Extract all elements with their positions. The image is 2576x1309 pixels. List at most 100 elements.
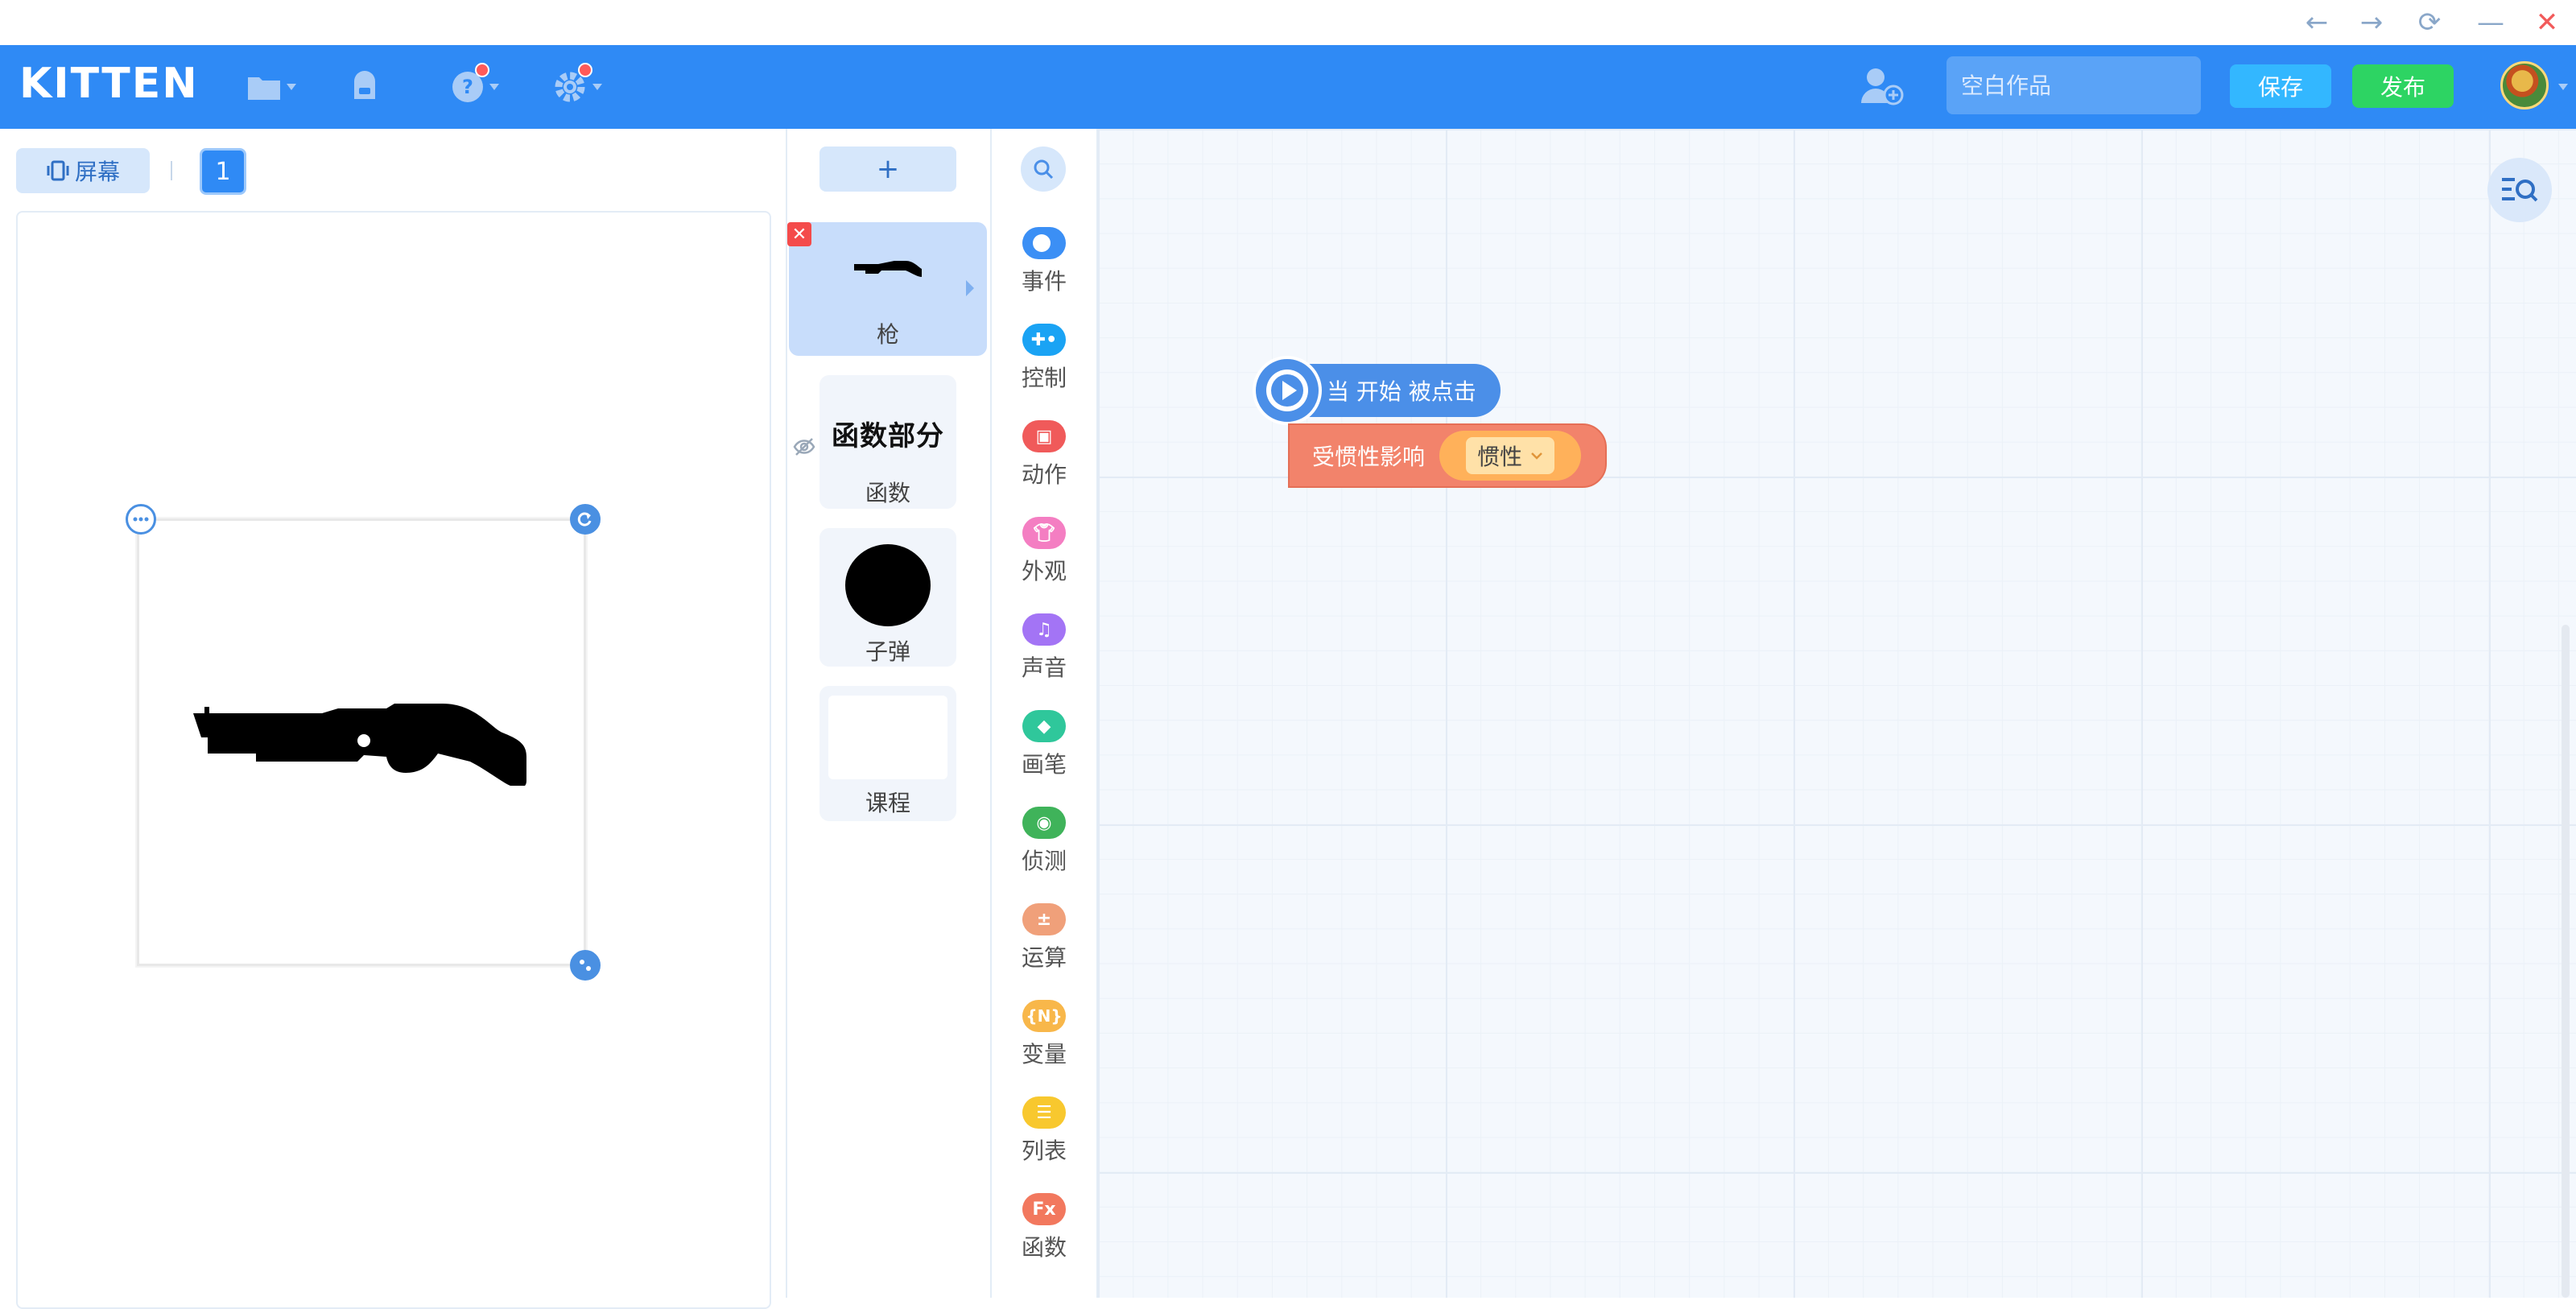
sprite-name: 课程 [865,790,910,816]
chevron-down-icon [1531,452,1542,460]
category-label: 变量 [1021,1041,1067,1067]
list-search-icon [2502,178,2538,202]
play-icon [1266,370,1308,411]
help-menu[interactable]: ? [451,63,499,111]
category-sensing[interactable]: ◉ 侦测 [992,805,1096,894]
more-options-handle[interactable] [126,504,156,535]
save-button[interactable]: 保存 [2230,64,2331,108]
chevron-down-icon[interactable] [2558,84,2568,90]
backpack-button[interactable] [348,63,382,111]
chevron-down-icon [489,84,499,90]
more-icon [133,517,149,522]
when-start-clicked-block[interactable]: 当 开始 被点击 [1253,356,1501,425]
category-events[interactable]: 事件 [992,225,1096,314]
category-label: 控制 [1021,365,1067,391]
screen-toggle-button[interactable]: 屏幕 [16,148,150,193]
folder-icon [248,77,280,100]
minimize-icon[interactable]: — [2471,3,2510,42]
gun-sprite[interactable] [187,699,528,786]
sprite-name: 枪 [876,321,899,348]
sprite-card-bullet[interactable]: 子弹 [819,528,956,667]
project-title-input[interactable] [1946,56,2201,114]
category-functions[interactable]: Fx 函数 [992,1191,1096,1280]
workspace-scrollbar[interactable] [2562,625,2570,1298]
add-sprite-button[interactable]: + [819,147,956,192]
dropdown-value: 惯性 [1477,444,1523,470]
refresh-icon[interactable]: ⟳ [2410,3,2449,42]
file-menu[interactable] [246,63,296,111]
notification-dot [578,63,592,77]
gun-thumbnail [854,261,922,277]
inertia-block-text: 受惯性影响 [1312,444,1426,470]
category-label: 画笔 [1021,751,1067,778]
category-looks[interactable]: 👕︎ 外观 [992,515,1096,604]
search-icon [1034,159,1054,180]
rotate-handle[interactable] [570,504,601,535]
sprite-card-course[interactable]: 课程 [819,686,956,821]
window-bar [0,0,2576,45]
bullet-thumbnail [845,544,931,626]
divider [171,161,172,180]
publish-button[interactable]: 发布 [2352,64,2454,108]
category-motion[interactable]: ▣ 动作 [992,419,1096,507]
category-sound[interactable]: ♫ 声音 [992,612,1096,700]
svg-text:?: ? [462,76,473,98]
category-lists[interactable]: ☰ 列表 [992,1095,1096,1183]
rotate-icon [577,512,592,526]
settings-menu[interactable] [552,63,602,111]
category-pen[interactable]: ◆ 画笔 [992,708,1096,797]
notification-dot [475,63,489,77]
category-label: 函数 [1021,1234,1067,1261]
music-note-icon: ♫ [1022,613,1066,646]
category-label: 事件 [1021,268,1067,295]
inertia-block[interactable]: 受惯性影响 惯性 [1288,423,1607,488]
function-icon: Fx [1022,1193,1066,1225]
block-finder-button[interactable] [2487,158,2552,222]
sprite-name: 函数 [865,480,910,506]
category-label: 运算 [1021,944,1067,971]
inertia-dropdown[interactable]: 惯性 [1439,431,1582,481]
chevron-down-icon [287,84,296,90]
resize-handle[interactable] [570,950,601,981]
motion-icon: ▣ [1022,420,1066,452]
category-control[interactable]: ✚• 控制 [992,322,1096,411]
category-label: 列表 [1021,1138,1067,1164]
sprite-card-gun[interactable]: 枪 [789,222,987,356]
block-search-button[interactable] [1021,147,1066,192]
eye-off-icon[interactable] [792,435,816,459]
gamepad-icon: ✚• [1022,324,1066,356]
category-variables[interactable]: {N} 变量 [992,998,1096,1087]
close-icon[interactable]: ✕ [2528,3,2566,42]
category-label: 侦测 [1021,848,1067,874]
sprite-name: 子弹 [865,638,910,665]
events-icon [1022,227,1066,259]
app-logo: KITTEN [19,60,199,108]
scene-number-button[interactable]: 1 [200,148,246,195]
function-thumbnail-text: 函数部分 [832,420,944,452]
resize-icon [580,960,591,971]
code-workspace[interactable] [1098,129,2576,1298]
screen-label: 屏幕 [74,159,120,185]
course-thumbnail [828,696,947,779]
pen-icon: ◆ [1022,710,1066,742]
forward-icon[interactable]: → [2352,3,2391,42]
chevron-right-icon[interactable] [964,279,976,298]
delete-sprite-icon[interactable]: ✕ [787,222,811,246]
hat-block-text: 当 开始 被点击 [1327,378,1476,405]
operators-icon: ± [1022,903,1066,935]
category-operators[interactable]: ± 运算 [992,902,1096,990]
category-label: 动作 [1021,461,1067,488]
list-icon: ☰ [1022,1096,1066,1129]
sprite-card-function[interactable]: 函数部分 函数 [819,375,956,509]
shirt-icon: 👕︎ [1022,517,1066,549]
avatar[interactable] [2500,61,2549,109]
category-label: 声音 [1021,654,1067,681]
play-icon-container [1253,356,1322,425]
screen-icon [47,160,69,181]
variable-icon: {N} [1022,1000,1066,1032]
backpack-icon [354,71,375,99]
add-collaborator-button[interactable] [1860,66,1905,109]
category-label: 外观 [1021,558,1067,584]
back-icon[interactable]: ← [2297,3,2336,42]
sensing-icon: ◉ [1022,807,1066,839]
